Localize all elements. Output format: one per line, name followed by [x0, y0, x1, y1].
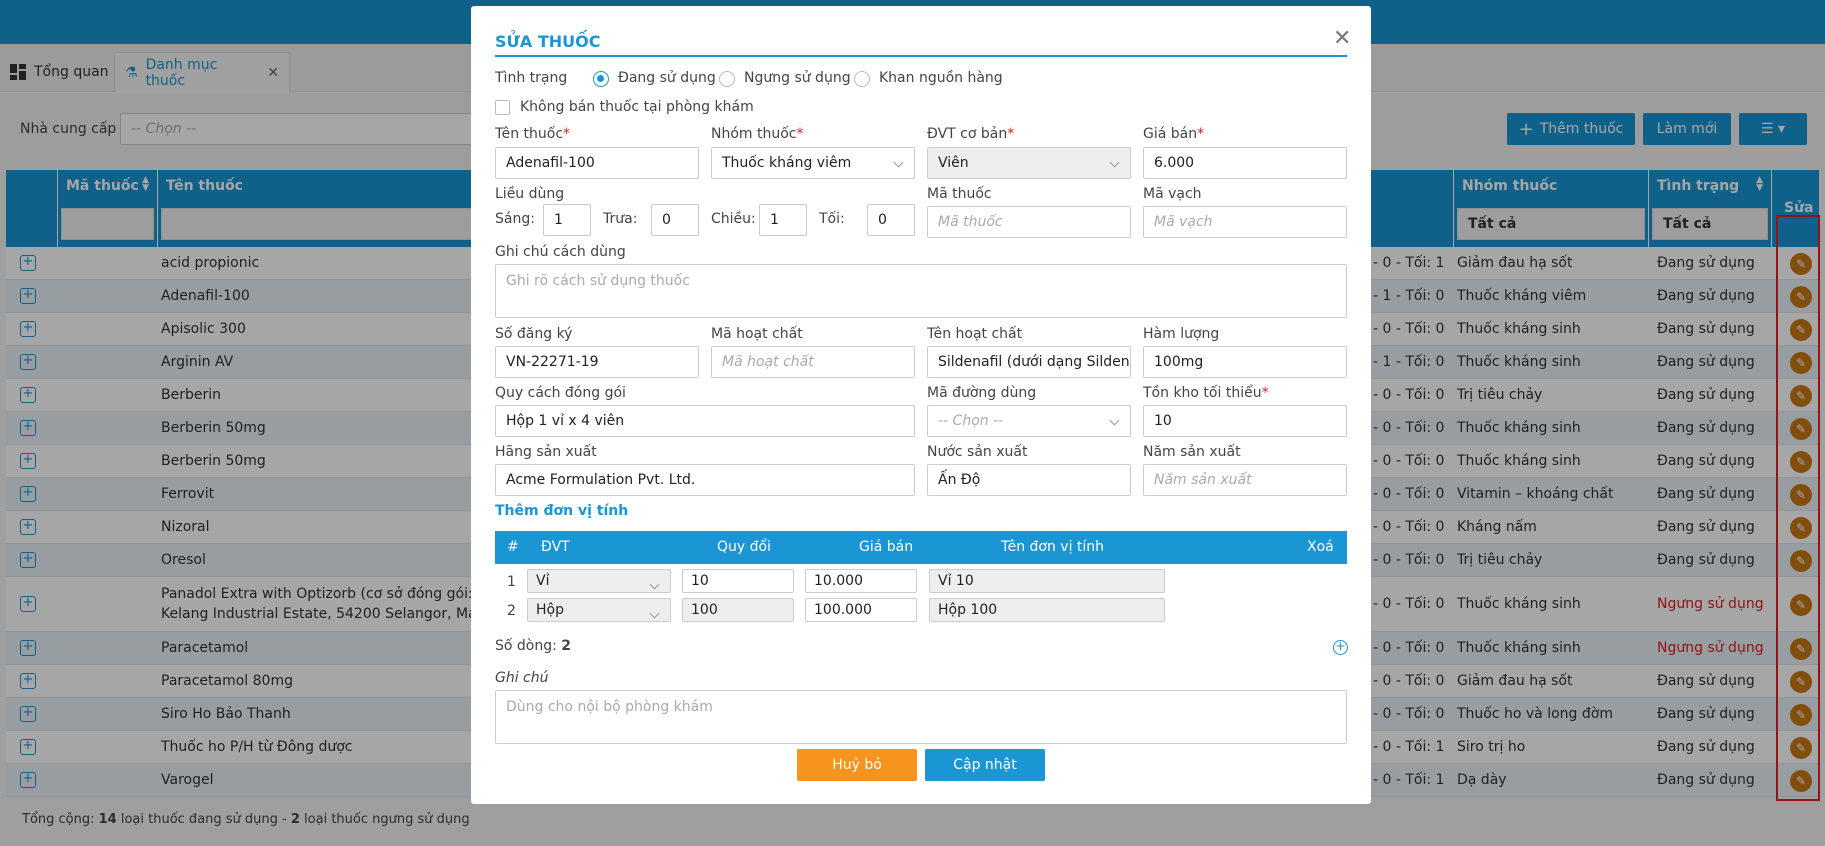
maker-input[interactable]: Acme Formulation Pvt. Ltd.: [495, 464, 915, 496]
close-icon[interactable]: ✕: [1333, 26, 1351, 51]
barcode-label: Mã vạch: [1143, 186, 1202, 202]
noon-label: Trưa:: [603, 211, 638, 227]
status-label: Tình trạng: [495, 70, 568, 86]
unit-row-price-input[interactable]: 10.000: [805, 569, 917, 593]
name-input[interactable]: Adenafil-100: [495, 147, 699, 179]
maker-label: Hãng sản xuất: [495, 444, 597, 460]
no-sell-label: Không bán thuốc tại phòng khám: [520, 99, 754, 115]
packing-label: Quy cách đóng gói: [495, 385, 626, 401]
status-radio-outofstock[interactable]: [854, 71, 870, 87]
packing-input[interactable]: Hộp 1 vỉ x 4 viên: [495, 405, 915, 437]
unit-row-unit-select[interactable]: Hộp: [527, 598, 671, 622]
status-radio-active[interactable]: [593, 71, 609, 87]
unit-table-header: # ĐVT Quy đổi Giá bán Tên đơn vị tính Xo…: [495, 531, 1347, 564]
morning-input[interactable]: 1: [543, 204, 591, 236]
dosage-label: Liều dùng: [495, 186, 565, 202]
status-radio-inactive[interactable]: [719, 71, 735, 87]
cancel-button[interactable]: Huỷ bỏ: [797, 749, 917, 781]
title-underline: [495, 55, 1347, 57]
afternoon-label: Chiều:: [711, 211, 756, 227]
active-code-label: Mã hoạt chất: [711, 326, 803, 342]
strength-label: Hàm lượng: [1143, 326, 1220, 342]
name-label: Tên thuốc*: [495, 126, 571, 142]
usage-note-label: Ghi chú cách dùng: [495, 244, 626, 260]
add-row-icon[interactable]: +: [1333, 640, 1348, 655]
row-count: Số dòng: 2: [495, 638, 572, 654]
min-stock-label: Tồn kho tối thiểu*: [1143, 385, 1269, 401]
unit-row-name-input[interactable]: Vỉ 10: [929, 569, 1165, 593]
active-name-label: Tên hoạt chất: [927, 326, 1023, 342]
price-input[interactable]: 6.000: [1143, 147, 1347, 179]
code-label: Mã thuốc: [927, 186, 992, 202]
unit-row-ratio-input[interactable]: 100: [682, 598, 794, 622]
unit-row-name-input[interactable]: Hộp 100: [929, 598, 1165, 622]
edit-drug-modal: SỬA THUỐC ✕ Tình trạng Đang sử dụng Ngưn…: [471, 6, 1371, 804]
unit-row-unit-select[interactable]: Vỉ: [527, 569, 671, 593]
year-label: Năm sản xuất: [1143, 444, 1241, 460]
group-select[interactable]: Thuốc kháng viêm: [711, 147, 915, 179]
unit-row-price-input[interactable]: 100.000: [805, 598, 917, 622]
status-option-label: Đang sử dụng: [618, 70, 716, 86]
status-option-label: Ngưng sử dụng: [744, 70, 851, 86]
country-label: Nước sản xuất: [927, 444, 1028, 460]
afternoon-input[interactable]: 1: [759, 204, 807, 236]
barcode-input[interactable]: Mã vạch: [1143, 206, 1347, 238]
reg-input[interactable]: VN-22271-19: [495, 346, 699, 378]
morning-label: Sáng:: [495, 211, 535, 227]
update-button[interactable]: Cập nhật: [925, 749, 1045, 781]
status-option-label: Khan nguồn hàng: [879, 70, 1003, 86]
note-label: Ghi chú: [495, 670, 549, 686]
no-sell-checkbox[interactable]: [495, 100, 510, 115]
min-stock-input[interactable]: 10: [1143, 405, 1347, 437]
add-unit-link[interactable]: Thêm đơn vị tính: [495, 503, 628, 519]
price-label: Giá bán*: [1143, 126, 1205, 142]
country-input[interactable]: Ấn Độ: [927, 464, 1131, 496]
unit-select[interactable]: Viên: [927, 147, 1131, 179]
active-code-input[interactable]: Mã hoạt chất: [711, 346, 915, 378]
note-textarea[interactable]: Dùng cho nội bộ phòng khám: [495, 690, 1347, 744]
route-select[interactable]: -- Chọn --: [927, 405, 1131, 437]
night-input[interactable]: 0: [867, 204, 915, 236]
night-label: Tối:: [819, 211, 845, 227]
unit-label: ĐVT cơ bản*: [927, 126, 1015, 142]
active-name-input[interactable]: Sildenafil (dưới dạng Sildenafil: [927, 346, 1131, 378]
noon-input[interactable]: 0: [651, 204, 699, 236]
reg-label: Số đăng ký: [495, 326, 573, 342]
unit-row-index: 1: [507, 574, 516, 590]
modal-title: SỬA THUỐC: [495, 32, 601, 51]
unit-row-ratio-input[interactable]: 10: [682, 569, 794, 593]
unit-row-index: 2: [507, 603, 516, 619]
route-label: Mã đường dùng: [927, 385, 1037, 401]
code-input[interactable]: Mã thuốc: [927, 206, 1131, 238]
group-label: Nhóm thuốc*: [711, 126, 804, 142]
strength-input[interactable]: 100mg: [1143, 346, 1347, 378]
year-input[interactable]: Năm sản xuất: [1143, 464, 1347, 496]
usage-note-textarea[interactable]: Ghi rõ cách sử dụng thuốc: [495, 264, 1347, 318]
